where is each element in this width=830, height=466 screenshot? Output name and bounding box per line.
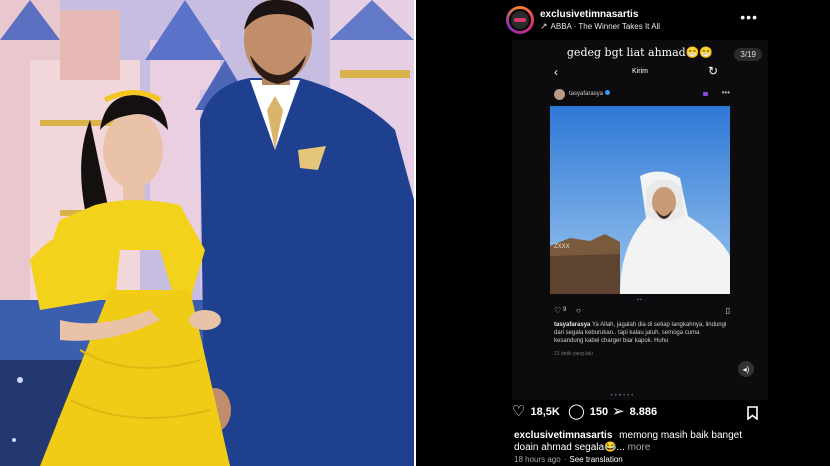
inner-account-label: tasyafarasya (569, 91, 604, 97)
inner-actions: ♡ 9 ○ ▯ (554, 306, 730, 318)
post-header: exclusivetimnasartis ↗ ABBA · The Winner… (416, 0, 830, 40)
inner-more-icon: ••• (721, 88, 730, 97)
slide-counter: 3/19 (734, 48, 762, 61)
like-count: 18,5K (530, 405, 560, 418)
logo-mark (514, 18, 526, 22)
inner-caption-user: tasyafarasya (554, 322, 591, 328)
inner-comment-icon: ○ (576, 306, 581, 315)
carousel-dots: •••••• (610, 393, 636, 399)
instagram-post-screen: exclusivetimnasartis ↗ ABBA · The Winner… (416, 0, 830, 466)
music-label: ABBA · The Winner Takes It All (550, 22, 661, 31)
share-count: 8.886 (629, 405, 658, 418)
music-row[interactable]: ↗ ABBA · The Winner Takes It All (540, 21, 660, 32)
arrow-up-right-icon: ↗ (540, 21, 548, 31)
post-actions: ♡ 18,5K ◯ 150 ➢ 8.886 (512, 404, 758, 424)
post-meta: 18 hours ago · See translation (514, 455, 623, 464)
heart-icon: ♡ (512, 403, 526, 420)
volume-icon[interactable]: ◂) (738, 361, 754, 377)
share-button[interactable]: ➢ 8.886 (612, 404, 657, 419)
avatar (509, 9, 531, 31)
inner-account-name: tasyafarasya (569, 90, 611, 97)
refresh-icon: ↻ (708, 64, 719, 78)
inner-timestamp: 21 detik yang lalu (554, 351, 593, 357)
comment-button[interactable]: ◯ 150 (568, 404, 608, 419)
inner-title: Kirim (632, 68, 648, 75)
overlay-text: gedeg bgt liat ahmad😁😁 (566, 46, 714, 59)
comment-count: 150 (589, 405, 609, 418)
inner-likes: 9 (563, 307, 567, 313)
see-translation-link[interactable]: See translation (569, 455, 622, 464)
post-time: 18 hours ago (514, 455, 561, 464)
story-avatar[interactable] (506, 6, 534, 34)
post-caption: exclusivetimnasartis memong masih baik b… (514, 430, 764, 454)
caption-more-link[interactable]: more (628, 442, 651, 453)
inner-avatar (554, 89, 565, 100)
inner-photo: ZXXX (550, 106, 730, 294)
username[interactable]: exclusivetimnasartis (540, 9, 638, 20)
inner-bookmark-icon: ▯ (725, 306, 730, 315)
reaction-icon (703, 92, 708, 96)
post-media[interactable]: gedeg bgt liat ahmad😁😁 3/19 ‹ Kirim ↻ ta… (512, 40, 768, 400)
separator: · (563, 455, 567, 464)
caption-username[interactable]: exclusivetimnasartis (514, 430, 612, 441)
inner-account-row: tasyafarasya ••• (552, 88, 732, 102)
svg-text:ZXXX: ZXXX (554, 244, 570, 250)
bookmark-icon[interactable] (747, 406, 758, 420)
inner-heart-icon: ♡ (554, 306, 562, 315)
inner-slide-dots: •• (637, 297, 643, 303)
inner-caption: tasyafarasya Ya Allah, jagalah dia di se… (554, 321, 730, 345)
desert-portrait-photo: ZXXX (550, 106, 730, 294)
send-icon: ➢ (612, 403, 625, 420)
verified-badge-icon (605, 90, 611, 95)
inner-nav-bar: ‹ Kirim ↻ (512, 64, 768, 82)
castle-couple-photo (0, 0, 414, 466)
comment-icon: ◯ (568, 403, 585, 420)
like-button[interactable]: ♡ 18,5K (512, 404, 560, 419)
event-photo (0, 0, 414, 466)
more-options-icon[interactable]: ••• (740, 9, 758, 25)
